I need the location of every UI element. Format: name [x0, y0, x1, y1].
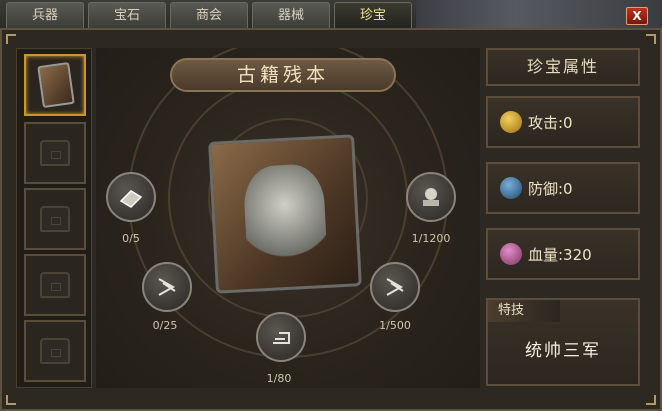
attributes-title: 珍宝属性: [526, 57, 599, 76]
tab-bar: 兵器 宝石 商会 器械 珍宝 X: [0, 0, 662, 30]
tab-guild[interactable]: 商会: [170, 2, 248, 28]
beast-figure-icon: [423, 188, 439, 206]
heart-orb-icon: [500, 243, 522, 265]
defense-value: 防御:0: [528, 179, 573, 198]
tab-weapons[interactable]: 兵器: [6, 2, 84, 28]
frame-corner: [646, 34, 656, 44]
material-count: 0/5: [122, 232, 140, 245]
attack-row: 攻击:0: [486, 96, 640, 148]
shield-orb-icon: [500, 177, 522, 199]
chest-icon: [40, 338, 70, 364]
hp-row: 血量:320: [486, 228, 640, 280]
frame-corner: [6, 34, 16, 44]
treasure-slot-2[interactable]: [24, 122, 86, 184]
material-node-top-left[interactable]: [106, 172, 156, 222]
treasure-window: 兵器 宝石 商会 器械 珍宝 X 古籍残本 0/5 0/25 1/80 1/50…: [0, 0, 662, 411]
treasure-slot-1[interactable]: [24, 54, 86, 116]
chest-icon: [40, 272, 70, 298]
tab-gems[interactable]: 宝石: [88, 2, 166, 28]
tab-machinery[interactable]: 器械: [252, 2, 330, 28]
skill-box: 特技 统帅三军: [486, 298, 640, 386]
skill-header: 特技: [488, 300, 560, 322]
book-emblem: [242, 162, 328, 268]
sword-orb-icon: [500, 111, 522, 133]
skill-name: 统帅三军: [525, 341, 601, 361]
hp-value: 血量:320: [528, 245, 592, 264]
frame-corner: [646, 395, 656, 405]
tablet-icon: [386, 278, 404, 296]
tablet-icon: [158, 278, 176, 296]
tab-treasure[interactable]: 珍宝: [334, 2, 412, 28]
material-count: 1/500: [379, 319, 411, 332]
treasure-slot-4[interactable]: [24, 254, 86, 316]
close-button[interactable]: X: [626, 7, 648, 25]
ancient-book-image[interactable]: [208, 134, 362, 294]
treasure-name-plate: 古籍残本: [170, 58, 396, 92]
chest-icon: [40, 140, 70, 166]
scroll-icon: [273, 332, 290, 344]
material-node-mid-left[interactable]: [142, 262, 192, 312]
material-count: 1/80: [266, 372, 292, 385]
ancient-book-icon: [37, 61, 75, 109]
treasure-slot-3[interactable]: [24, 188, 86, 250]
attributes-title-box: 珍宝属性: [486, 48, 640, 86]
material-count: 0/25: [152, 319, 178, 332]
treasure-slot-5[interactable]: [24, 320, 86, 382]
frame-corner: [6, 395, 16, 405]
defense-row: 防御:0: [486, 162, 640, 214]
material-count: 1/1200: [411, 232, 451, 245]
material-node-mid-right[interactable]: [370, 262, 420, 312]
stone-slab-icon: [119, 190, 143, 208]
chest-icon: [40, 206, 70, 232]
material-node-top-right[interactable]: [406, 172, 456, 222]
attack-value: 攻击:0: [528, 113, 573, 132]
attributes-panel: 珍宝属性 攻击:0 防御:0 血量:320 特技 统帅三军: [486, 48, 642, 388]
material-node-bottom[interactable]: [256, 312, 306, 362]
